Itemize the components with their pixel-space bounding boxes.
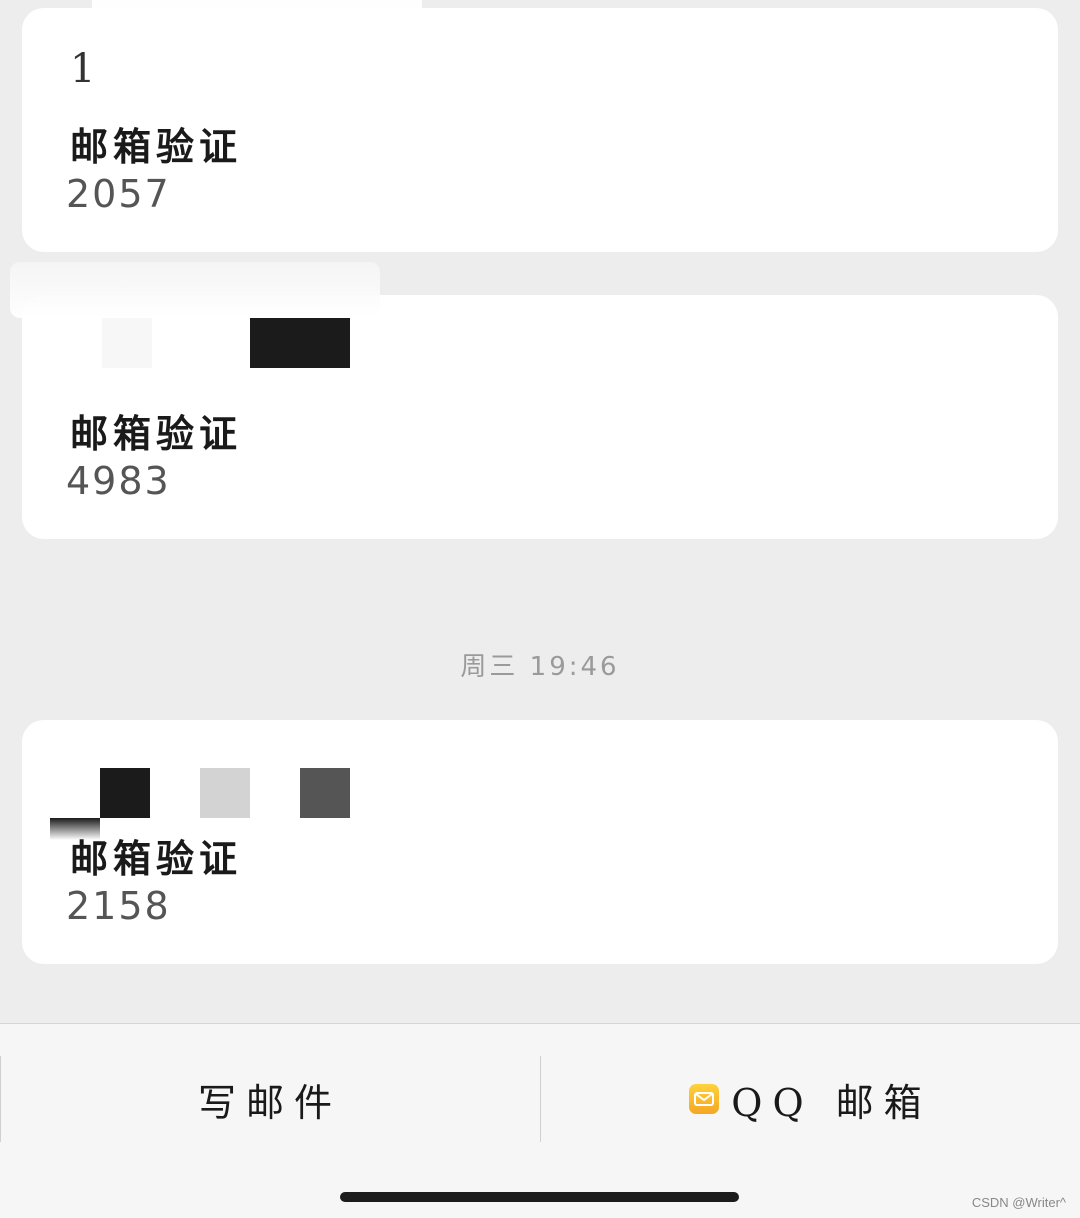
mail-chat-screen: 1 邮箱验证 2057 邮箱验证 4983 周三 19:46 邮箱验证 2158… [0, 0, 1080, 1218]
redaction-block [250, 318, 350, 368]
timestamp-label: 周三 19:46 [460, 652, 620, 682]
home-indicator[interactable] [340, 1192, 739, 1202]
verification-code: 2057 [66, 172, 171, 216]
redaction-block [102, 318, 152, 368]
redaction-block [300, 768, 350, 818]
verification-code: 4983 [66, 459, 171, 503]
redaction-block [100, 768, 150, 818]
compose-mail-label: 写邮件 [197, 1080, 342, 1125]
watermark: CSDN @Writer^ [971, 1195, 1066, 1210]
bottom-menu-bar: 写邮件 QQ 邮箱 [0, 1023, 1080, 1218]
redaction-block [102, 44, 252, 120]
message-sender: 1 [70, 46, 96, 92]
qq-mail-button[interactable]: QQ 邮箱 [541, 1056, 1080, 1142]
compose-mail-button[interactable]: 写邮件 [0, 1056, 540, 1142]
redaction-blur [10, 262, 380, 318]
message-card[interactable]: 1 邮箱验证 2057 [22, 0, 1058, 252]
message-subject: 邮箱验证 [70, 411, 243, 456]
message-card[interactable]: 邮箱验证 4983 [22, 295, 1058, 539]
verification-code: 2158 [66, 884, 171, 928]
qq-mail-icon [689, 1084, 720, 1114]
qq-mail-label: QQ 邮箱 [731, 1080, 932, 1125]
message-subject: 邮箱验证 [70, 124, 243, 169]
message-card[interactable]: 邮箱验证 2158 [22, 720, 1058, 964]
redaction-block [200, 768, 250, 818]
message-subject: 邮箱验证 [70, 836, 243, 881]
